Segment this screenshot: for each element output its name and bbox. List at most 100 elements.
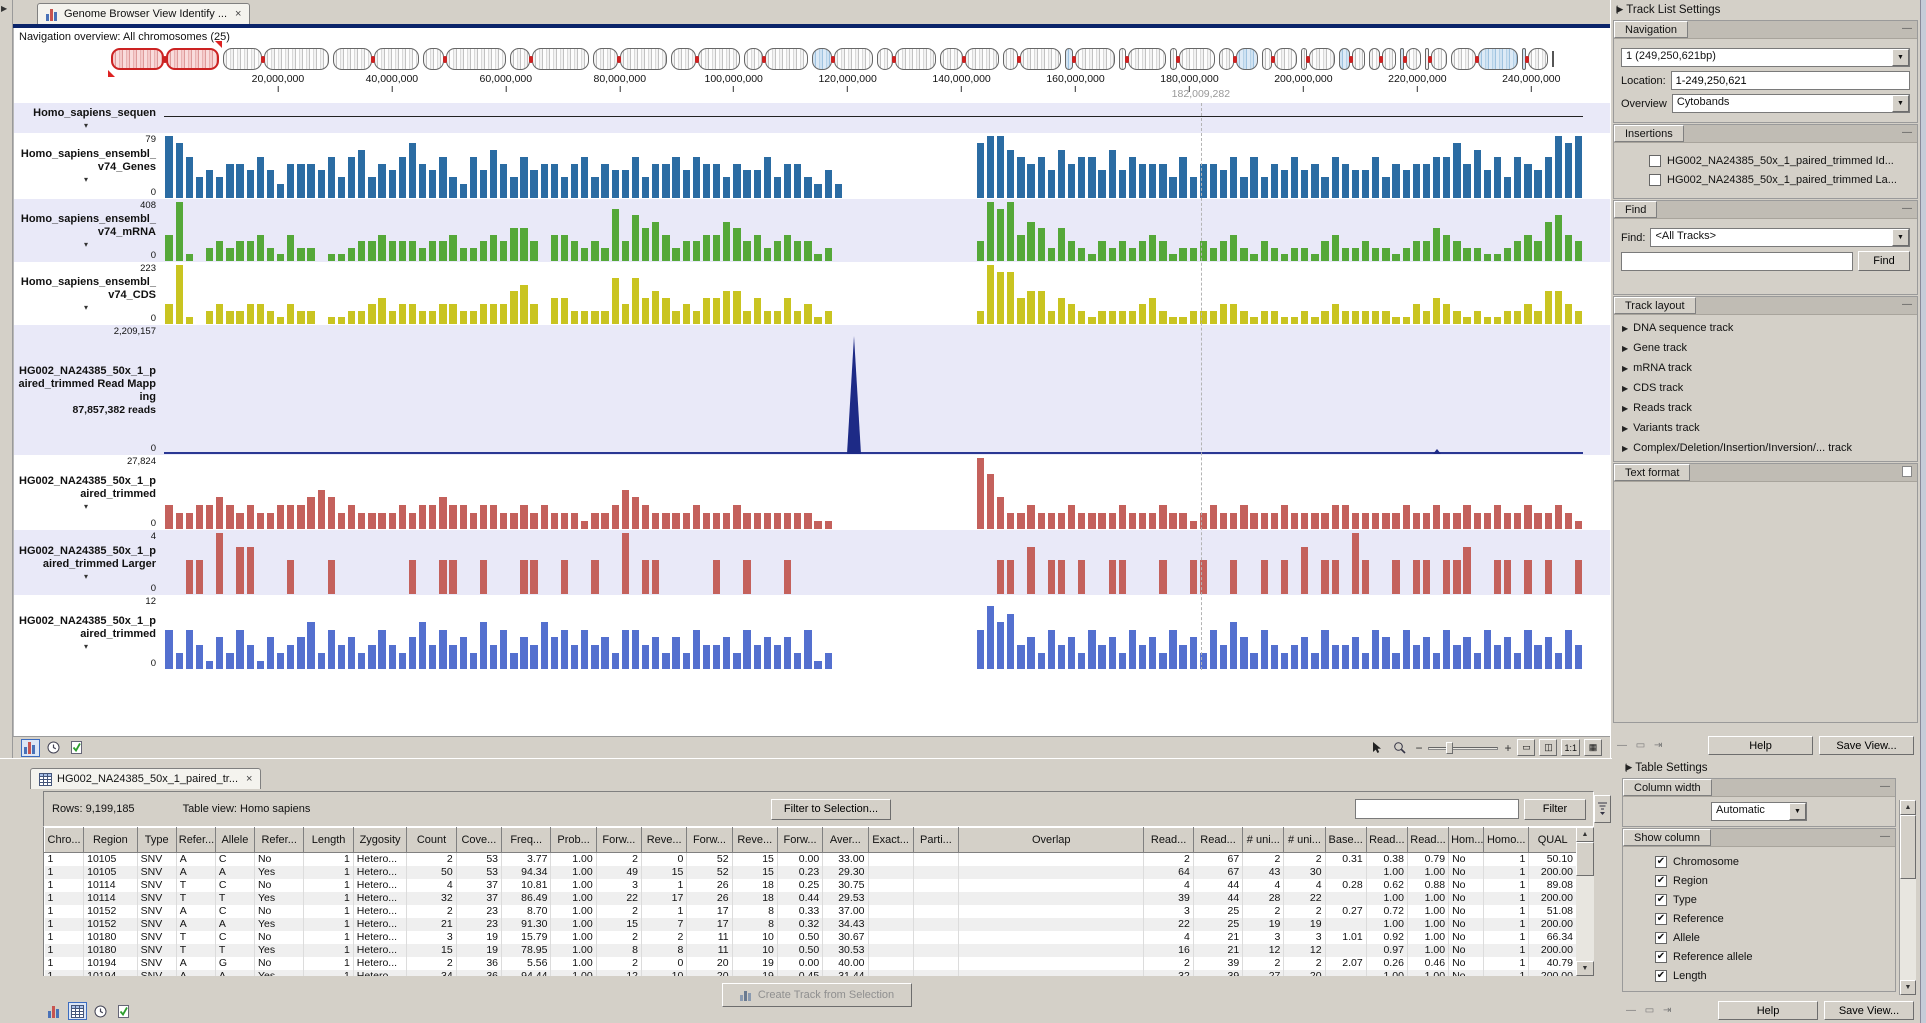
checkbox-icon[interactable]: ✔ [1655,913,1667,925]
sidebar-collapse-strip[interactable]: ▶ [0,0,13,758]
column-header[interactable]: Count [407,828,456,853]
scroll-up-icon[interactable]: ▲ [1576,827,1594,842]
table-row[interactable]: 110194SNVAAYes1Hetero...343694.441.00121… [45,970,1577,976]
checkbox-icon[interactable] [1649,174,1661,186]
chromosome-11[interactable] [940,48,999,70]
history-view-button[interactable] [91,1002,110,1020]
show-column-toggle[interactable]: ✔Length [1655,970,1891,982]
filter-button[interactable]: Filter [1524,799,1586,820]
column-header[interactable]: # uni... [1284,828,1325,853]
column-header[interactable]: Zygosity [353,828,407,853]
zoom-tool-button[interactable] [1390,739,1409,757]
table-row[interactable]: 110152SNVACNo1Hetero...2238.701.00211780… [45,905,1577,918]
checkbox-icon[interactable]: ✔ [1655,932,1667,944]
scroll-down-icon[interactable]: ▼ [1576,961,1594,976]
zoom-slider[interactable] [1428,741,1498,755]
minimize-icon[interactable]: — [1902,23,1912,34]
expand-arrow-icon[interactable]: ▶ [1622,344,1628,353]
chromosome-10[interactable] [877,48,936,70]
chromosome-3[interactable] [333,48,419,70]
column-header[interactable]: Refer... [254,828,303,853]
chromosome-5[interactable] [510,48,589,70]
column-header[interactable]: QUAL [1529,828,1576,853]
insertions-section-header[interactable]: Insertions [1614,125,1684,142]
track-plot[interactable] [164,530,1583,595]
chromosome-4[interactable] [423,48,506,70]
chart-view-button[interactable] [45,1002,64,1020]
chromosome-18[interactable] [1301,48,1335,70]
overview-select[interactable]: Cytobands ▼ [1672,94,1910,113]
grid-view-button[interactable]: ▦ [1584,739,1602,756]
track-options-arrow-icon[interactable]: ▾ [84,642,88,651]
track-options-arrow-icon[interactable]: ▾ [84,303,88,312]
zoom-100-button[interactable]: 1:1 [1561,739,1580,756]
filter-input[interactable] [1355,799,1519,819]
track-layout-item[interactable]: ▶mRNA track [1618,358,1913,378]
find-section-header[interactable]: Find [1614,201,1657,218]
column-header[interactable]: Read... [1407,828,1448,853]
text-format-section-header[interactable]: Text format [1614,464,1690,481]
column-header[interactable]: Reve... [642,828,687,853]
checkbox-icon[interactable]: ✔ [1655,970,1667,982]
track-plot[interactable] [164,595,1583,670]
column-header[interactable]: Cove... [456,828,501,853]
column-header[interactable]: Forw... [596,828,641,853]
column-header[interactable]: Base... [1325,828,1366,853]
expand-arrow-icon[interactable]: ▶ [1622,424,1628,433]
column-header[interactable]: # uni... [1243,828,1284,853]
minimize-icon[interactable]: — [1902,203,1912,214]
chevron-down-icon[interactable]: ▼ [1892,95,1909,112]
track-plot[interactable] [164,455,1583,530]
chevron-down-icon[interactable]: ▼ [1892,229,1909,246]
chromosome-16[interactable] [1219,48,1258,70]
filter-to-selection-button[interactable]: Filter to Selection... [771,799,891,820]
column-header[interactable]: Aver... [823,828,868,853]
track-plot[interactable] [164,262,1583,325]
chromosome-1[interactable] [111,48,219,70]
scroll-up-icon[interactable]: ▲ [1900,800,1916,815]
chromosome-2[interactable] [223,48,329,70]
insertion-track-toggle[interactable]: HG002_NA24385_50x_1_paired_trimmed La... [1649,174,1910,186]
minimize-icon[interactable]: — [1902,127,1912,138]
column-width-select[interactable]: Automatic ▼ [1711,802,1807,821]
column-header[interactable]: Type [137,828,176,853]
show-column-toggle[interactable]: ✔Reference allele [1655,951,1891,963]
scrollbar-thumb[interactable] [1576,842,1594,876]
tab-genome-browser-view[interactable]: Genome Browser View Identify ... × [37,3,250,24]
track-layout-item[interactable]: ▶DNA sequence track [1618,318,1913,338]
column-header[interactable]: Refer... [176,828,215,853]
table-vertical-scrollbar[interactable]: ▲ ▼ [1576,827,1594,976]
column-header[interactable]: Homo... [1484,828,1529,853]
column-header[interactable]: Forw... [777,828,822,853]
show-column-toggle[interactable]: ✔Allele [1655,932,1891,944]
table-row[interactable]: 110180SNVTTYes1Hetero...151978.951.00881… [45,944,1577,957]
column-header[interactable]: Read... [1193,828,1242,853]
show-column-toggle[interactable]: ✔Chromosome [1655,856,1891,868]
column-header[interactable]: Read... [1144,828,1193,853]
help-button[interactable]: Help [1708,736,1813,755]
zoom-slider-thumb[interactable] [1446,742,1453,754]
expand-arrow-icon[interactable]: ▶ [1622,364,1628,373]
save-view-button[interactable]: Save View... [1824,1001,1914,1020]
track-layout-section-header[interactable]: Track layout [1614,297,1696,314]
selection-handle[interactable] [108,70,115,77]
track-plot[interactable] [164,103,1583,133]
scroll-down-icon[interactable]: ▼ [1900,980,1916,995]
chevron-down-icon[interactable]: ▼ [1892,49,1909,66]
show-column-toggle[interactable]: ✔Reference [1655,913,1891,925]
column-header[interactable]: Forw... [687,828,732,853]
column-header[interactable]: Freq... [502,828,551,853]
find-input[interactable] [1621,252,1853,271]
expand-arrow-icon[interactable]: ▶ [1622,384,1628,393]
show-column-toggle[interactable]: ✔Type [1655,894,1891,906]
chromosome-6[interactable] [593,48,667,70]
track-layout-item[interactable]: ▶CDS track [1618,378,1913,398]
column-header[interactable]: Reve... [732,828,777,853]
settings-scrollbar[interactable]: ▲ ▼ [1899,800,1916,995]
table-row[interactable]: 110114SNVTCNo1Hetero...43710.811.0031261… [45,879,1577,892]
chromosome-7[interactable] [671,48,740,70]
close-icon[interactable]: × [235,8,241,20]
column-header[interactable]: Allele [215,828,254,853]
chromosome-12[interactable] [1003,48,1061,70]
table-row[interactable]: 110180SNVTCNo1Hetero...31915.791.0022111… [45,931,1577,944]
